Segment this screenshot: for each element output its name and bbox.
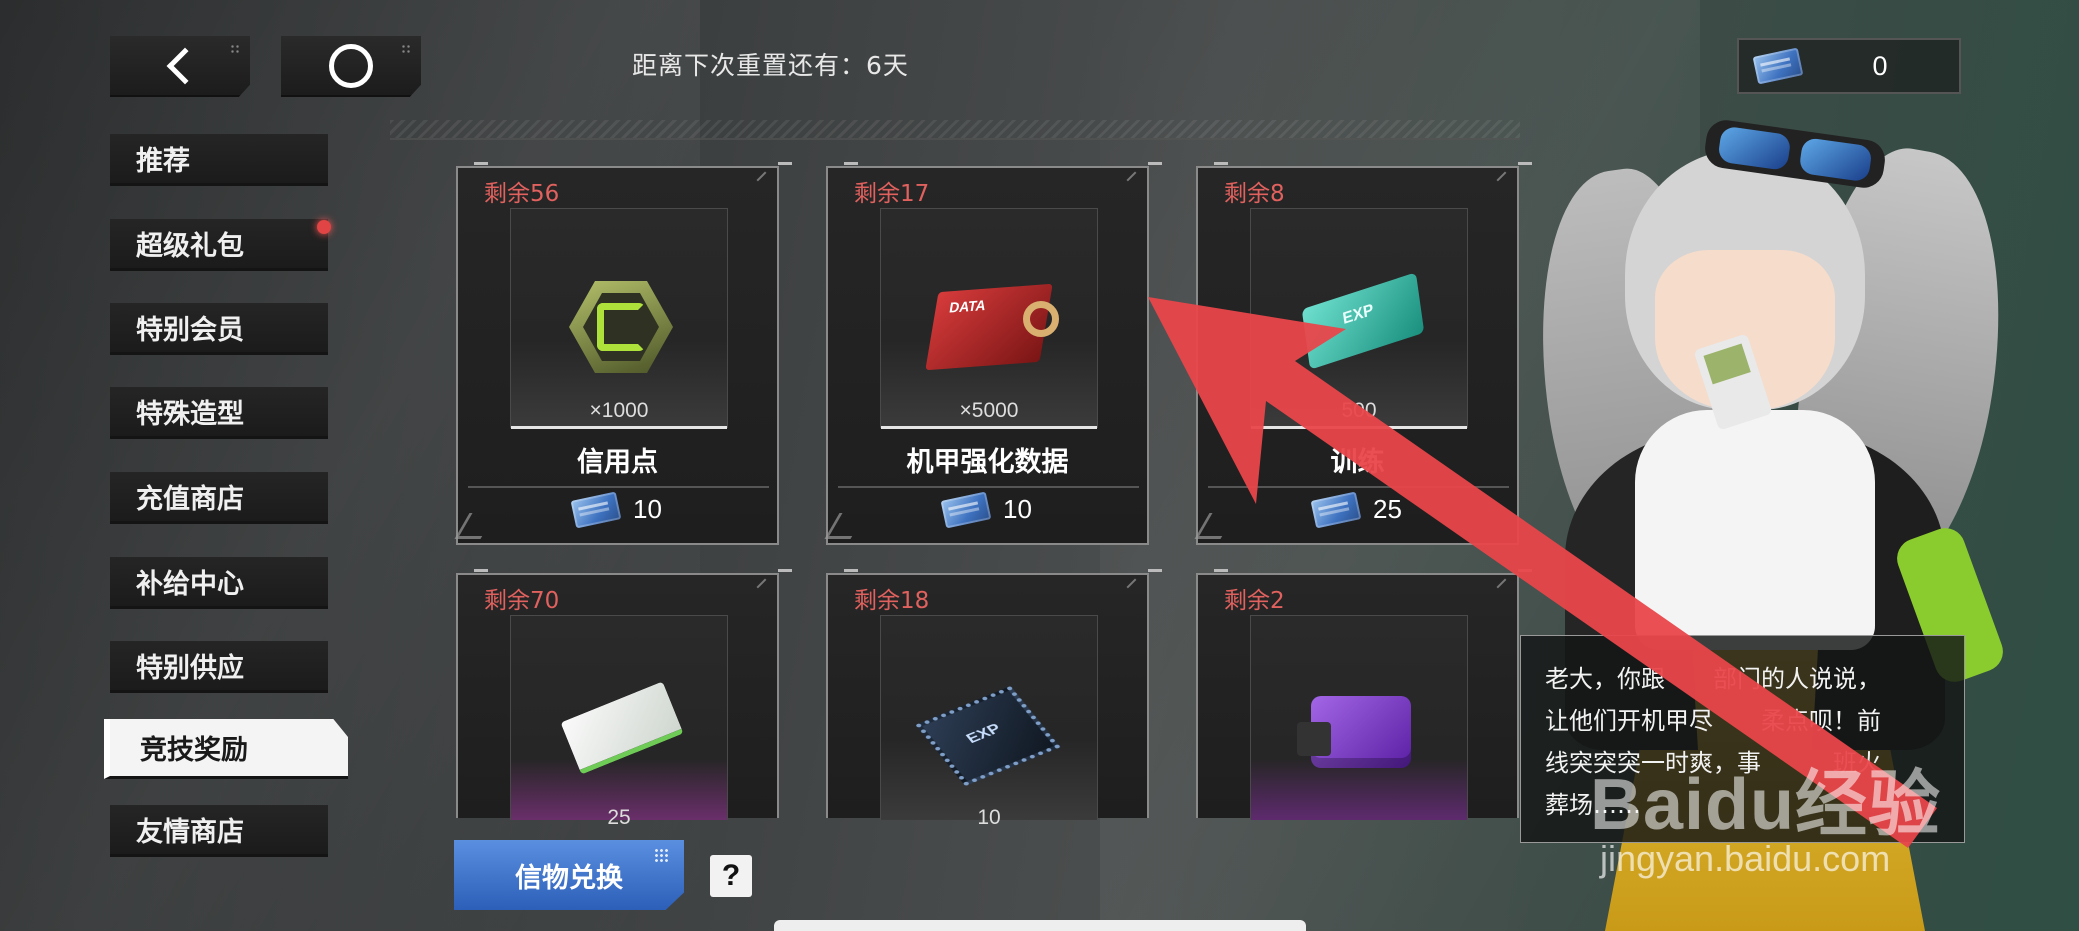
exp-cpu-icon: EXP xyxy=(915,685,1061,787)
character-shirt xyxy=(1635,410,1875,650)
item-name: 机甲强化数据 xyxy=(906,447,1069,478)
shop-item-card[interactable]: 剩余56 ×1000 信用点 10 xyxy=(454,162,792,545)
system-home-indicator[interactable] xyxy=(774,920,1306,931)
baidu-watermark: Baidu经验 xyxy=(1590,765,1942,845)
credit-symbol-icon xyxy=(597,303,645,351)
back-arrow-icon xyxy=(166,47,204,84)
baidu-watermark-url: jingyan.baidu.com xyxy=(1600,838,1891,879)
home-button[interactable] xyxy=(281,36,421,97)
sidebar-item-recommend[interactable]: 推荐 xyxy=(110,134,328,186)
ticket-icon xyxy=(570,491,622,528)
item-quantity: 10 xyxy=(977,806,1001,829)
item-price: 10 xyxy=(458,491,777,528)
ticket-icon xyxy=(1310,491,1362,528)
paper-card-icon xyxy=(560,681,684,775)
corner-decor-icon xyxy=(756,578,774,596)
exp-cpu-label: EXP xyxy=(963,721,1005,747)
item-name: 信用点 xyxy=(577,447,658,478)
shop-item-card[interactable]: 剩余18 EXP 10 xyxy=(826,569,1162,829)
item-preview: ×1000 xyxy=(510,208,728,429)
remaining-count: 剩余56 xyxy=(484,181,560,207)
help-button[interactable]: ? xyxy=(710,855,752,897)
item-preview xyxy=(1250,615,1468,820)
shop-item-card[interactable]: 剩余8 EXP 500 训练 25 xyxy=(1194,162,1532,545)
reset-countdown: 距离下次重置还有：6天 xyxy=(632,51,909,80)
item-quantity: ×1000 xyxy=(589,399,649,422)
sidebar-item-skins[interactable]: 特殊造型 xyxy=(110,387,328,439)
shop-item-card[interactable]: 剩余2 xyxy=(1196,569,1532,820)
dots-decor-icon xyxy=(654,848,670,864)
price-value: 10 xyxy=(633,494,662,524)
sidebar-item-arena-rewards[interactable]: 竞技奖励 xyxy=(104,719,348,779)
ticket-icon xyxy=(1752,47,1804,85)
corner-decor-icon xyxy=(756,171,774,189)
home-circle-icon xyxy=(329,43,373,88)
sidebar-item-recharge-shop[interactable]: 充值商店 xyxy=(110,472,328,524)
item-preview: EXP 10 xyxy=(880,615,1098,829)
corner-decor-icon xyxy=(1126,171,1144,189)
item-price: 10 xyxy=(828,491,1147,528)
remaining-count: 剩余17 xyxy=(854,181,930,207)
exchange-label: 信物兑换 xyxy=(515,862,623,894)
corner-decor-icon xyxy=(1126,578,1144,596)
header-decor-strip xyxy=(390,120,1520,140)
notification-dot xyxy=(317,220,331,234)
purple-box-icon xyxy=(1297,696,1411,768)
item-preview: 25 xyxy=(510,615,728,829)
data-chip-label: DATA xyxy=(948,296,988,316)
item-quantity: 500 xyxy=(1341,399,1377,422)
remaining-count: 剩余2 xyxy=(1224,588,1285,614)
shop-item-card[interactable]: 剩余70 25 xyxy=(456,569,792,829)
item-quantity: ×5000 xyxy=(959,399,1019,422)
item-preview: DATA ×5000 xyxy=(880,208,1098,429)
dots-decor-icon xyxy=(401,44,411,54)
sidebar-item-friend-shop[interactable]: 友情商店 xyxy=(110,805,328,857)
ticket-icon xyxy=(940,491,992,528)
token-exchange-button[interactable]: 信物兑换 xyxy=(454,840,684,910)
price-value: 25 xyxy=(1373,494,1402,524)
shop-item-card[interactable]: 剩余17 DATA ×5000 机甲强化数据 10 xyxy=(824,162,1162,545)
data-ring-icon xyxy=(1023,301,1059,337)
exp-card-icon: EXP xyxy=(1301,272,1425,370)
currency-value: 0 xyxy=(1872,50,1888,81)
sidebar-item-super-pack[interactable]: 超级礼包 xyxy=(110,219,328,271)
item-price: 25 xyxy=(1198,491,1517,528)
dots-decor-icon xyxy=(230,44,240,54)
remaining-count: 剩余70 xyxy=(484,588,560,614)
exp-card-label: EXP xyxy=(1341,301,1375,329)
remaining-count: 剩余8 xyxy=(1224,181,1285,207)
item-name: 训练 xyxy=(1330,447,1385,478)
item-quantity: 25 xyxy=(607,806,631,829)
remaining-count: 剩余18 xyxy=(854,588,930,614)
back-button[interactable] xyxy=(110,36,250,97)
price-value: 10 xyxy=(1003,494,1032,524)
sidebar-item-supply-center[interactable]: 补给中心 xyxy=(110,557,328,609)
sidebar-item-special-supply[interactable]: 特别供应 xyxy=(110,641,328,693)
currency-display: 0 xyxy=(1737,38,1961,94)
item-preview: EXP 500 xyxy=(1250,208,1468,429)
sidebar-item-vip[interactable]: 特别会员 xyxy=(110,303,328,355)
